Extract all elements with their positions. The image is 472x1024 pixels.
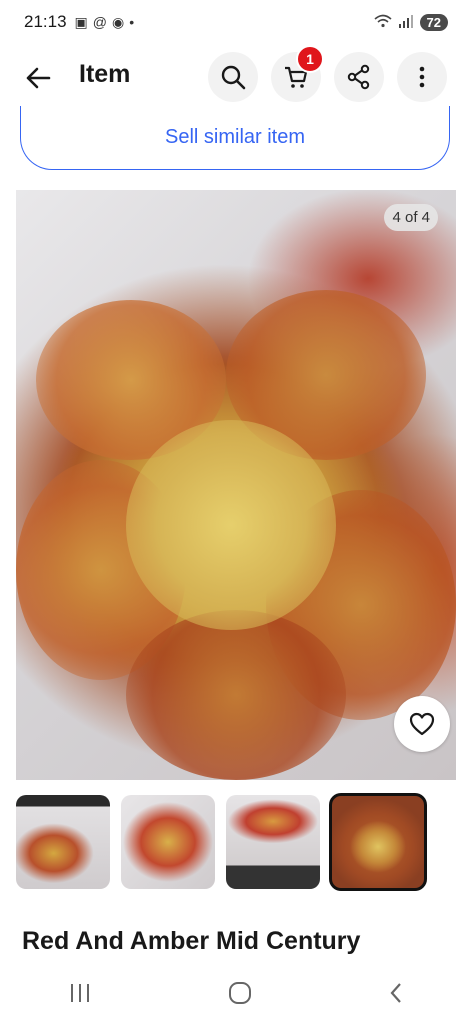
app-header: Item 1 [0, 45, 472, 106]
add-to-watchlist-button[interactable] [394, 696, 450, 752]
page-title: Item [79, 60, 131, 88]
system-nav-bar [0, 966, 472, 1024]
status-time: 21:13 [24, 12, 67, 31]
glass-center [126, 420, 336, 630]
chrome-icon: ◉ [112, 13, 125, 30]
back-button[interactable] [18, 58, 58, 98]
item-title: Red And Amber Mid Century [22, 927, 361, 955]
search-icon [221, 65, 246, 90]
dot-icon: • [129, 13, 135, 30]
thumbnail-2[interactable] [121, 795, 215, 889]
more-options-button[interactable] [397, 52, 447, 102]
cart-count-badge: 1 [296, 45, 324, 73]
chevron-left-icon [390, 982, 402, 1003]
heart-icon [409, 712, 435, 736]
search-button[interactable] [208, 52, 258, 102]
thumbnail-strip [16, 793, 456, 891]
status-bar: 21:13 ▣ @ ◉ • 72 [0, 0, 472, 44]
system-back-button[interactable] [388, 981, 404, 1010]
more-vertical-icon [419, 66, 425, 88]
signal-icon [398, 14, 414, 31]
back-arrow-icon [26, 67, 51, 89]
item-main-image[interactable]: 4 of 4 [16, 190, 456, 780]
wifi-icon [374, 14, 392, 31]
image-counter: 4 of 4 [384, 204, 438, 231]
thumbnail-3[interactable] [226, 795, 320, 889]
share-icon [347, 64, 370, 90]
share-button[interactable] [334, 52, 384, 102]
home-icon [228, 981, 251, 1004]
threads-icon: @ [92, 13, 107, 30]
screenshot-icon: ▣ [74, 13, 88, 30]
sell-similar-button[interactable]: Sell similar item [20, 106, 450, 170]
thumbnail-1[interactable] [16, 795, 110, 889]
glass-petal [126, 610, 346, 780]
recent-apps-button[interactable] [68, 982, 92, 1009]
thumbnail-4[interactable] [329, 793, 427, 891]
battery-indicator: 72 [419, 13, 448, 31]
cart-button[interactable]: 1 [271, 45, 324, 102]
recent-apps-icon [70, 983, 89, 1002]
notification-icons: ▣ @ ◉ • [75, 14, 135, 31]
home-button[interactable] [227, 980, 253, 1011]
